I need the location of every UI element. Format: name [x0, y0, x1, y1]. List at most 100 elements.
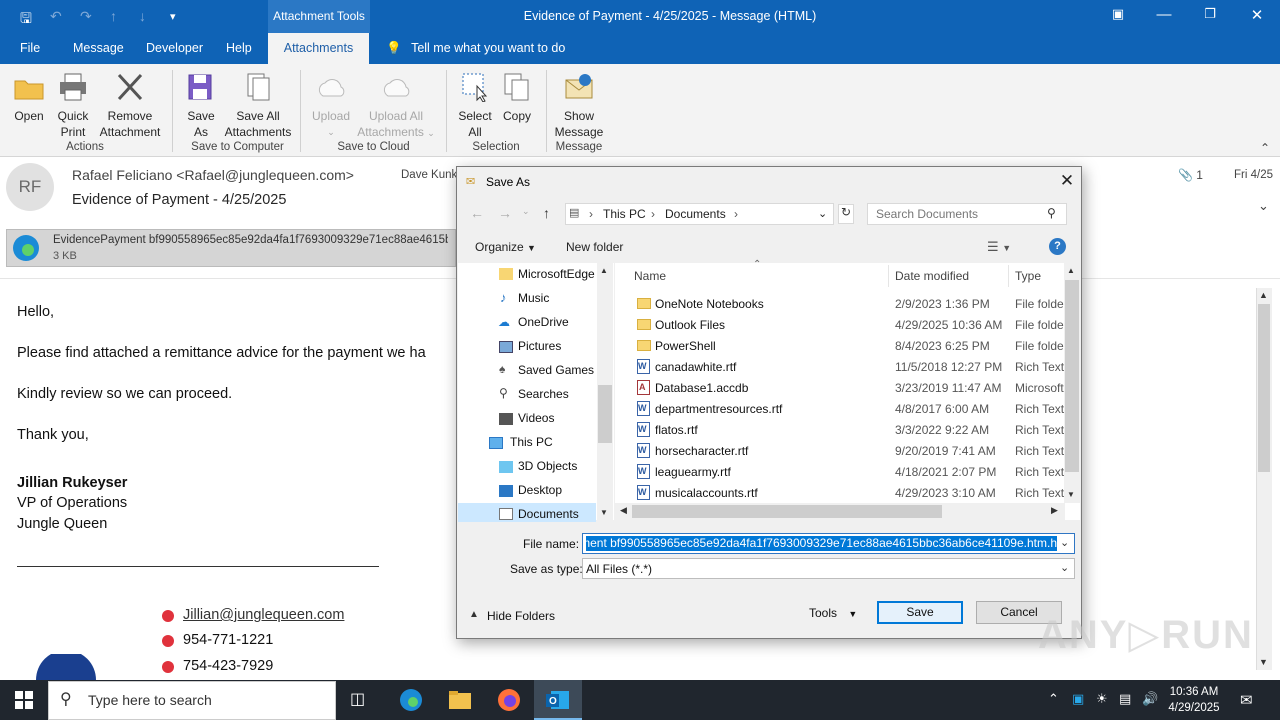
file-row[interactable]: PowerShell 8/4/2023 6:25 PM File folder	[634, 336, 1064, 357]
tray-app-icon[interactable]: ☀	[1096, 691, 1108, 707]
nav-item-pictures[interactable]: Pictures	[518, 339, 561, 353]
chevron-up-icon[interactable]: ▲	[469, 609, 479, 620]
back-arrow-icon[interactable]: ←	[470, 205, 484, 221]
minimize-button[interactable]: —	[1154, 6, 1174, 23]
nav-item-microsoftedge[interactable]: MicrosoftEdge	[518, 267, 595, 281]
nav-item-videos[interactable]: Videos	[518, 411, 554, 425]
scroll-up-icon[interactable]: ▲	[1259, 290, 1268, 300]
column-type[interactable]: Type	[1015, 269, 1041, 283]
volume-icon[interactable]: 🔊	[1142, 691, 1158, 707]
message-scroll-thumb[interactable]	[1258, 304, 1270, 472]
edge-icon[interactable]	[398, 688, 424, 712]
scroll-up-icon[interactable]: ▲	[1067, 266, 1075, 275]
file-list-vscroll-thumb[interactable]	[1065, 280, 1079, 472]
show-message-button[interactable]: Show Message	[554, 70, 604, 140]
restore-button[interactable]: ❐	[1200, 6, 1220, 22]
tell-me-box[interactable]: 💡 Tell me what you want to do	[386, 41, 565, 56]
save-all-attachments-button[interactable]: Save All Attachments	[222, 70, 294, 140]
tab-message[interactable]: Message	[73, 41, 124, 55]
tools-button[interactable]: Tools ▼	[809, 606, 857, 620]
nav-item-music[interactable]: Music	[518, 291, 549, 305]
up-folder-icon[interactable]: ↑	[543, 205, 550, 221]
tray-chevron-up-icon[interactable]: ⌃	[1048, 691, 1059, 707]
nav-item-searches[interactable]: Searches	[518, 387, 569, 401]
tab-help[interactable]: Help	[226, 41, 252, 55]
address-dropdown-icon[interactable]: ⌄	[818, 207, 827, 220]
collapse-ribbon-icon[interactable]: ⌃	[1260, 141, 1270, 155]
breadcrumb-this-pc[interactable]: This PC	[603, 207, 646, 221]
up-arrow-icon[interactable]: ↑	[110, 8, 117, 24]
save-button[interactable]: Save	[877, 601, 963, 624]
file-row[interactable]: OneNote Notebooks 2/9/2023 1:36 PM File fo…	[634, 294, 1064, 315]
new-folder-button[interactable]: New folder	[566, 240, 623, 254]
quick-print-button[interactable]: Quick Print	[52, 70, 94, 140]
scroll-right-icon[interactable]: ▶	[1051, 505, 1058, 516]
windows-start-icon[interactable]	[15, 691, 33, 709]
file-row[interactable]: horsecharacter.rtf 9/20/2019 7:41 AM Rich …	[634, 441, 1064, 462]
recent-dropdown-icon[interactable]: ⌄	[522, 206, 530, 217]
file-list-hscroll-thumb[interactable]	[632, 505, 942, 518]
refresh-icon[interactable]: ↻	[838, 204, 854, 224]
file-row[interactable]: musicalaccounts.rtf 4/29/2023 3:10 AM Rich…	[634, 483, 1064, 504]
file-row[interactable]: flatos.rtf 3/3/2022 9:22 AM Rich Text	[634, 420, 1064, 441]
dialog-close-button[interactable]: ✕	[1057, 171, 1077, 191]
file-row[interactable]: leaguearmy.rtf 4/18/2021 2:07 PM Rich Text	[634, 462, 1064, 483]
tab-developer[interactable]: Developer	[146, 41, 203, 55]
tab-file[interactable]: File	[20, 41, 40, 55]
forward-arrow-icon[interactable]: →	[498, 205, 512, 221]
file-row[interactable]: Outlook Files 4/29/2025 10:36 AM File fold…	[634, 315, 1064, 336]
copy-button[interactable]: Copy	[498, 70, 536, 124]
hide-folders-button[interactable]: Hide Folders	[487, 609, 555, 623]
redo-icon[interactable]: ↷	[80, 8, 92, 25]
scroll-down-icon[interactable]: ▼	[1067, 490, 1075, 499]
customize-qat-icon[interactable]: ▾	[170, 10, 176, 23]
file-type: Microsoft	[1015, 381, 1064, 395]
file-explorer-icon[interactable]	[447, 688, 473, 712]
save-icon[interactable]: 🖫	[20, 8, 32, 32]
close-button[interactable]: ✕	[1247, 6, 1267, 24]
task-view-icon[interactable]: ◫	[350, 689, 365, 709]
down-arrow-icon[interactable]: ↓	[139, 8, 146, 24]
scroll-left-icon[interactable]: ◀	[620, 505, 627, 516]
file-row[interactable]: departmentresources.rtf 4/8/2017 6:00 AM R…	[634, 399, 1064, 420]
nav-item-this-pc[interactable]: This PC	[510, 435, 553, 449]
open-button[interactable]: Open	[8, 70, 50, 124]
organize-button[interactable]: Organize ▼	[475, 240, 536, 254]
view-options-icon[interactable]: ☰ ▼	[987, 239, 1011, 255]
upload-all-attachments-button[interactable]: Upload All Attachments ⌄	[356, 70, 436, 141]
taskbar-clock[interactable]: 10:36 AM 4/29/2025	[1166, 684, 1222, 716]
nav-item-saved-games[interactable]: Saved Games	[518, 363, 594, 377]
signature-email-link[interactable]: Jillian@junglequeen.com	[183, 607, 344, 623]
chevron-down-icon[interactable]: ⌄	[1060, 536, 1069, 549]
save-as-button[interactable]: Save As	[182, 70, 220, 140]
remove-attachment-button[interactable]: Remove Attachment	[96, 70, 164, 140]
scroll-down-icon[interactable]: ▼	[1259, 657, 1268, 667]
notification-icon[interactable]: ✉	[1240, 691, 1253, 709]
recipient[interactable]: Dave Kunk	[401, 169, 457, 181]
select-all-button[interactable]: Select All	[454, 70, 496, 140]
chevron-down-icon[interactable]: ⌄	[1258, 198, 1269, 214]
file-row[interactable]: canadawhite.rtf 11/5/2018 12:27 PM Rich Te…	[634, 357, 1064, 378]
scroll-down-icon[interactable]: ▼	[600, 508, 608, 517]
nav-scroll-thumb[interactable]	[598, 385, 612, 443]
chevron-down-icon[interactable]: ⌄	[1060, 561, 1069, 574]
tray-outlook-icon[interactable]: ▣	[1072, 691, 1084, 707]
undo-icon[interactable]: ↶	[50, 8, 62, 25]
ribbon-display-icon[interactable]: ▣	[1108, 6, 1128, 22]
help-icon[interactable]: ?	[1049, 238, 1066, 255]
nav-item-onedrive[interactable]: OneDrive	[518, 315, 569, 329]
nav-item-desktop[interactable]: Desktop	[518, 483, 562, 497]
breadcrumb-documents[interactable]: Documents	[665, 207, 726, 221]
save-as-type-select[interactable]	[582, 558, 1075, 579]
nav-item-documents[interactable]: Documents	[518, 507, 579, 521]
tab-attachments[interactable]: Attachments	[268, 33, 369, 64]
upload-button[interactable]: Upload ⌄	[308, 70, 354, 140]
column-date-modified[interactable]: Date modified	[895, 269, 969, 283]
nav-item-3d-objects[interactable]: 3D Objects	[518, 459, 577, 473]
file-row[interactable]: Database1.accdb 3/23/2019 11:47 AM Microso…	[634, 378, 1064, 399]
scroll-up-icon[interactable]: ▲	[600, 266, 608, 275]
network-icon[interactable]: ▤	[1119, 691, 1131, 707]
column-name[interactable]: Name	[634, 269, 666, 283]
firefox-icon[interactable]	[496, 688, 522, 712]
sender[interactable]: Rafael Feliciano <Rafael@junglequeen.com…	[72, 167, 354, 183]
